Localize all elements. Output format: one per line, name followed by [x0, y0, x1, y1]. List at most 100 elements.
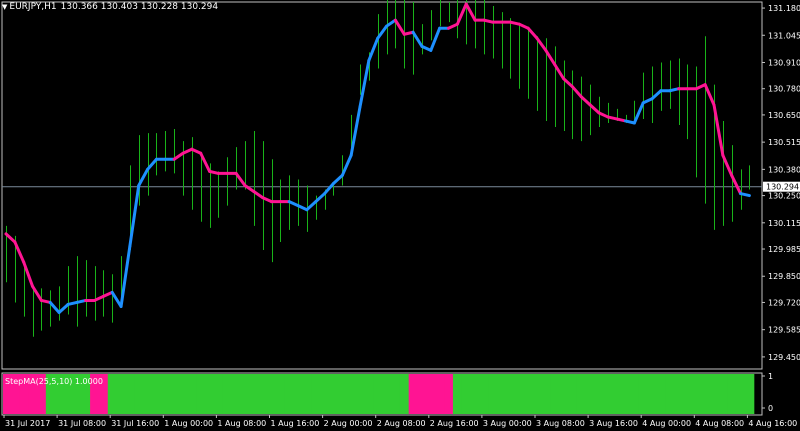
indicator-bar [727, 374, 737, 414]
step-ma-segment [331, 173, 344, 185]
step-ma-segment [703, 83, 716, 107]
indicator-bar [382, 374, 392, 414]
current-price-tag-label: 130.294 [766, 183, 799, 192]
indicator-bar [656, 374, 666, 414]
y-tick-label: 129.850 [768, 272, 800, 281]
step-ma-segment [323, 181, 335, 196]
indicator-bar [744, 374, 755, 414]
indicator-bar [240, 374, 250, 414]
indicator-bar [452, 374, 463, 414]
indicator-bar [160, 374, 171, 414]
indicator-bar [488, 374, 498, 414]
x-tick-label: 4 Aug 08:00 [695, 419, 744, 428]
step-ma-segment [119, 244, 132, 308]
indicator-bar [222, 374, 233, 414]
indicator-bar [621, 374, 631, 414]
step-ma-segment [172, 151, 185, 161]
indicator-bar [426, 374, 436, 414]
indicator-bar [497, 374, 507, 414]
main-plot-frame [1, 1, 763, 370]
step-ma-segment [712, 103, 725, 157]
step-ma-segment [464, 2, 477, 22]
step-ma-segment [48, 300, 61, 315]
step-ma-segment [4, 232, 17, 244]
indicator-bar [116, 374, 126, 414]
indicator-bar [267, 374, 277, 414]
indicator-bar [213, 374, 224, 414]
indicator-bar [275, 374, 286, 414]
indicator-bar [205, 374, 215, 414]
indicator-bar [364, 374, 374, 414]
y-tick-label: 129.720 [768, 298, 800, 307]
x-tick-label: 2 Aug 00:00 [324, 419, 373, 428]
indicator-bar [700, 374, 711, 414]
indicator-bar [479, 374, 489, 414]
x-tick-label: 2 Aug 16:00 [430, 419, 479, 428]
indicator-bar [355, 374, 365, 414]
step-ma-segment [535, 36, 548, 52]
indicator-bar [444, 374, 454, 414]
y-tick-label: 130.650 [768, 111, 800, 120]
indicator-bar [603, 374, 613, 414]
indicator-bar [576, 374, 587, 414]
indicator-bar [196, 374, 206, 414]
step-ma-segment [411, 30, 424, 48]
step-ma-segment [340, 153, 353, 177]
indicator-bar [523, 374, 534, 414]
dropdown-arrow-icon[interactable]: ▼ [2, 3, 7, 11]
step-ma-segment [199, 151, 212, 173]
indicator-bar [346, 374, 357, 414]
indicator-bar [143, 374, 153, 414]
indicator-bar [311, 374, 321, 414]
indicator-bar [258, 374, 268, 414]
indicator-bar [178, 374, 188, 414]
step-ma-segment [570, 85, 583, 99]
indicator-bar [665, 374, 675, 414]
indicator-bar [302, 374, 312, 414]
indicator-bar [399, 374, 410, 414]
indicator-bar [107, 374, 118, 414]
step-ma-segment [739, 192, 751, 198]
indicator-bar [532, 374, 542, 414]
step-ma-segment [137, 167, 150, 187]
indicator-bar [435, 374, 445, 414]
indicator-bar [169, 374, 180, 414]
step-ma-segment [650, 89, 663, 101]
step-ma-segment [553, 63, 566, 81]
x-tick-label: 4 Aug 00:00 [642, 419, 691, 428]
y-tick-label: 130.780 [768, 85, 800, 94]
indicator-bar [638, 374, 649, 414]
x-tick-label: 2 Aug 08:00 [377, 419, 426, 428]
indicator-bar [408, 374, 419, 414]
indicator-bar [567, 374, 578, 414]
step-ma-segment [367, 36, 380, 62]
x-tick-label: 3 Aug 00:00 [483, 419, 532, 428]
step-ma-segment [22, 260, 35, 288]
step-ma-segment [721, 153, 734, 177]
step-ma-segment [13, 240, 26, 264]
step-ma-segment [252, 190, 265, 200]
indicator-bar [647, 374, 657, 414]
y-tick-label: 130.115 [768, 219, 800, 228]
indicator-bar [506, 374, 516, 414]
indicator-bar [231, 374, 242, 414]
y-tick-label: 130.380 [768, 165, 800, 174]
indicator-bar [293, 374, 303, 414]
indicator-bar [594, 374, 604, 414]
y-tick-label: 130.250 [768, 192, 800, 201]
indicator-bar [559, 374, 569, 414]
y-tick-label: 130.910 [768, 58, 800, 67]
indicator-bar [514, 374, 525, 414]
step-ma-segment [632, 101, 645, 125]
indicator-bar [736, 374, 746, 414]
step-ma-segment [349, 105, 362, 157]
indicator-bar [709, 374, 719, 414]
indicator-bar [284, 374, 295, 414]
x-tick-label: 1 Aug 16:00 [271, 419, 320, 428]
symbol-label: EURJPY,H1 [9, 2, 57, 12]
indicator-bar [152, 374, 162, 414]
indicator-y-tick-label: 0 [768, 404, 773, 413]
x-tick-label: 31 Jul 16:00 [111, 419, 159, 428]
indicator-bar [683, 374, 693, 414]
x-tick-label: 3 Aug 08:00 [536, 419, 585, 428]
